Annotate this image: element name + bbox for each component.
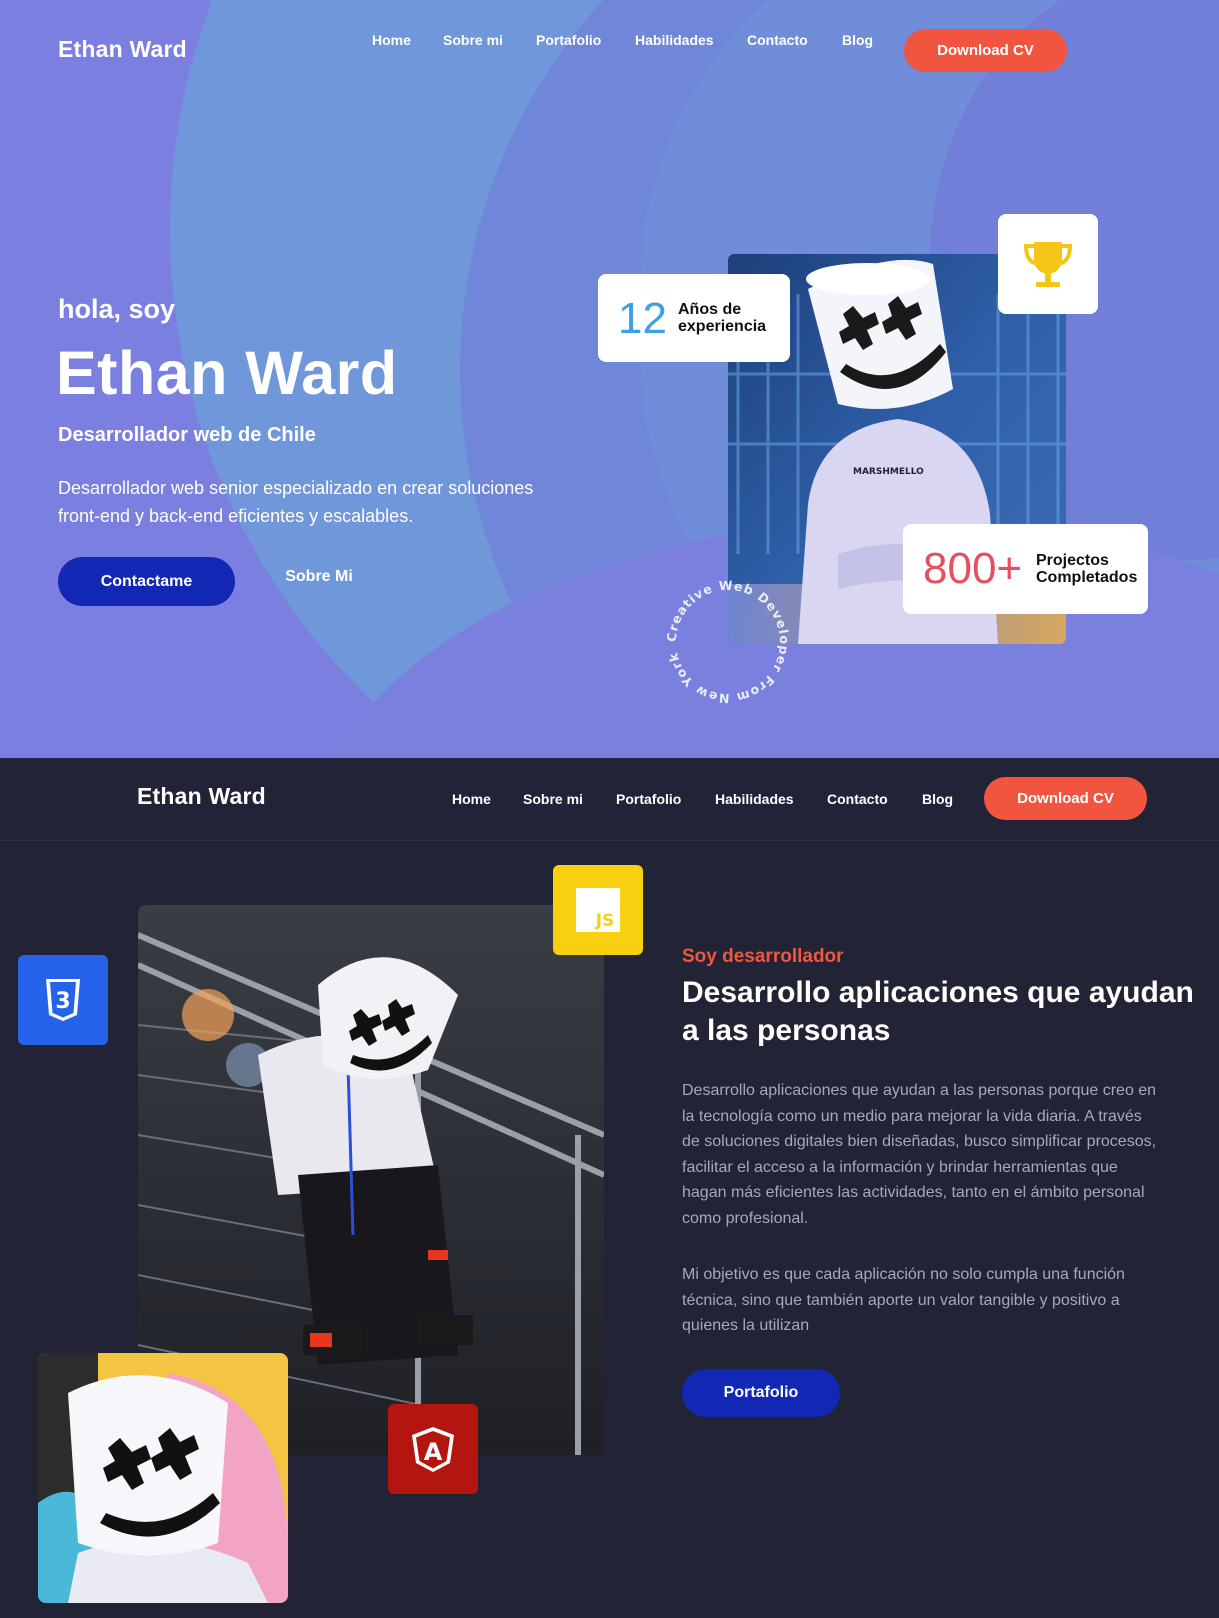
experience-label: Años de experiencia: [678, 301, 767, 335]
angular-badge: A: [388, 1404, 478, 1494]
site-logo-2[interactable]: Ethan Ward: [137, 783, 266, 810]
svg-text:3: 3: [55, 989, 70, 1014]
nav-portfolio[interactable]: Portafolio: [536, 32, 626, 48]
about-paragraph-1: Desarrollo aplicaciones que ayudan a las…: [682, 1082, 1157, 1227]
css3-badge: 3: [18, 955, 108, 1045]
nav-blog[interactable]: Blog: [842, 32, 873, 48]
about-photo-small: [38, 1353, 288, 1603]
css3-icon: 3: [46, 979, 80, 1021]
nav2-contact[interactable]: Contacto: [827, 791, 907, 807]
contact-button[interactable]: Contactame: [58, 557, 235, 606]
hero-name: Ethan Ward: [56, 339, 398, 407]
nav-skills[interactable]: Habilidades: [635, 32, 735, 48]
portfolio-button[interactable]: Portafolio: [682, 1369, 840, 1417]
hero-description: Desarrollador web senior especializado e…: [58, 478, 534, 526]
about-paragraph-2: Mi objetivo es que cada aplicación no so…: [682, 1266, 1125, 1334]
rotating-circle-text: Creative Web Developer From New York: [664, 578, 792, 706]
nav2-portfolio[interactable]: Portafolio: [616, 791, 706, 807]
nav-about[interactable]: Sobre mi: [443, 32, 523, 48]
download-cv-button[interactable]: Download CV: [904, 29, 1067, 72]
nav2-home[interactable]: Home: [452, 791, 491, 807]
trophy-icon: [1023, 242, 1073, 287]
projects-label: Projectos Completados: [1036, 552, 1138, 586]
download-cv-button-2[interactable]: Download CV: [984, 777, 1147, 820]
about-eyebrow: Soy desarrollador: [682, 946, 844, 967]
projects-number: 800+: [923, 544, 1023, 593]
angular-icon: A: [412, 1427, 454, 1472]
nav-home[interactable]: Home: [372, 32, 411, 48]
hero-greeting: hola, soy: [58, 294, 176, 324]
svg-text:JS: JS: [595, 911, 615, 931]
site-logo[interactable]: Ethan Ward: [58, 36, 187, 63]
nav-contact[interactable]: Contacto: [747, 32, 827, 48]
svg-text:A: A: [424, 1438, 443, 1466]
circle-text: Creative Web Developer From New York: [664, 578, 791, 706]
hero-role: Desarrollador web de Chile: [58, 424, 316, 446]
shirt-text: MARSHMELLO: [853, 467, 924, 477]
trophy-card: [998, 214, 1098, 314]
nav2-blog[interactable]: Blog: [922, 791, 953, 807]
svg-text:Creative Web Developer From Ne: Creative Web Developer From New York: [664, 578, 792, 706]
about-link[interactable]: Sobre Mi: [278, 568, 360, 586]
experience-number: 12: [618, 294, 667, 343]
javascript-icon: JS: [576, 888, 620, 932]
projects-card: 800+ Projectos Completados: [903, 524, 1148, 614]
about-title: Desarrollo aplicaciones que ayudan a las…: [682, 976, 1194, 1047]
nav2-about[interactable]: Sobre mi: [523, 791, 603, 807]
experience-card: 12 Años de experiencia: [598, 274, 790, 362]
nav2-skills[interactable]: Habilidades: [715, 791, 815, 807]
javascript-badge: JS: [553, 865, 643, 955]
